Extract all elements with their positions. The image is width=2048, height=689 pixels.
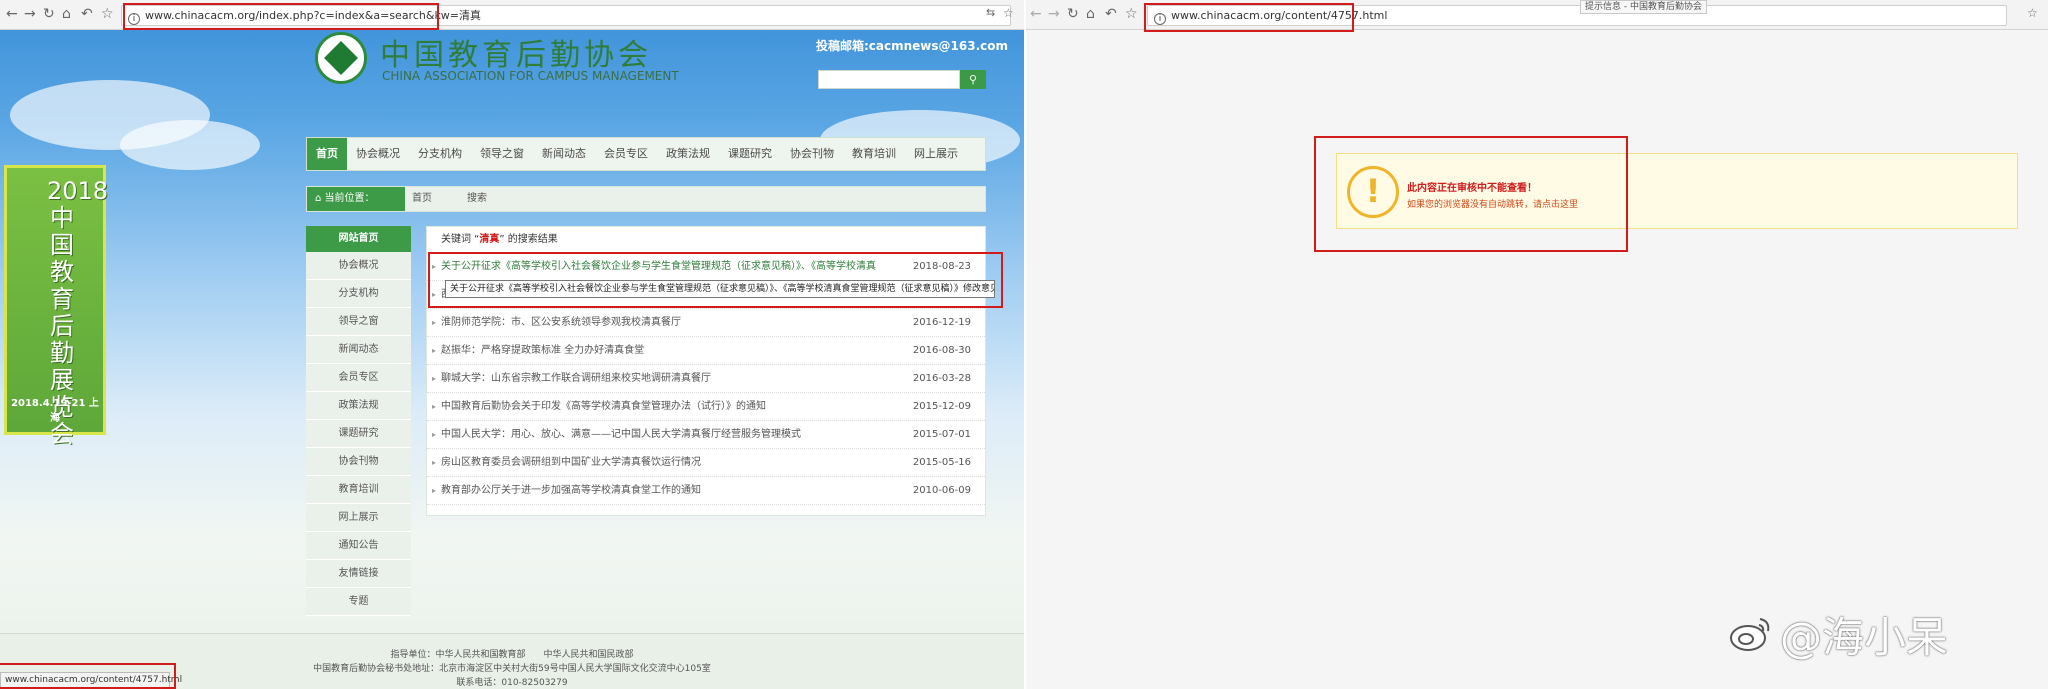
result-row[interactable]: 聊城大学：山东省宗教工作联合调研组来校实地调研清真餐厅 2016-03-28 [427,365,985,393]
breadcrumb-home[interactable]: 首页 [412,187,432,211]
footer-line: 指导单位：中华人民共和国教育部 中华人民共和国民政部 [390,650,634,660]
results-title-prefix: 关键词 “ [441,234,480,245]
cloud-decoration [120,120,260,170]
expo-banner[interactable]: 2018中国教育后勤展览会 2018.4.19-21 上海 [4,165,108,448]
sidebar: 网站首页 协会概况 分支机构 领导之窗 新闻动态 会员专区 政策法规 课题研究 … [306,226,411,616]
breadcrumb: ⌂ 当前位置： 首页 搜索 [306,186,986,212]
reload-icon[interactable]: ↻ [1067,6,1079,22]
nav-item[interactable]: 协会概况 [347,138,409,170]
nav-item[interactable]: 网上展示 [905,138,967,170]
highlight-box [1144,3,1354,32]
result-title[interactable]: 聊城大学：山东省宗教工作联合调研组来校实地调研清真餐厅 [441,373,711,384]
breadcrumb-current: 搜索 [467,193,487,204]
result-row[interactable]: 赵振华：严格穿提政策标准 全力办好清真食堂 2016-08-30 [427,337,985,365]
forward-icon[interactable]: → [24,6,36,22]
nav-item[interactable]: 新闻动态 [533,138,595,170]
nav-item[interactable]: 领导之窗 [471,138,533,170]
site-title-en: CHINA ASSOCIATION FOR CAMPUS MANAGEMENT [382,69,679,83]
sidebar-item[interactable]: 通知公告 [306,532,411,560]
sidebar-item[interactable]: 课题研究 [306,420,411,448]
sidebar-item[interactable]: 协会概况 [306,252,411,280]
result-date: 2016-12-19 [912,317,971,328]
main-nav: 首页 协会概况 分支机构 领导之窗 新闻动态 会员专区 政策法规 课题研究 协会… [306,137,986,171]
sidebar-item[interactable]: 友情链接 [306,560,411,588]
result-date: 2010-06-09 [912,485,971,496]
nav-item[interactable]: 政策法规 [657,138,719,170]
site-title-cn: 中国教育后勤协会 [380,38,652,73]
highlight-box [0,663,176,689]
breadcrumb-label-text: 当前位置： [324,193,375,204]
result-title[interactable]: 中国教育后勤协会关于印发《高等学校清真食堂管理办法（试行）》的通知 [441,401,766,412]
left-browser-window: ← → ↻ ⌂ ↶ ☆ i www.chinacacm.org/index.php… [0,0,1024,689]
results-keyword: 清真 [479,234,500,245]
translate-icon[interactable]: ⇆ [986,6,995,19]
sidebar-item[interactable]: 领导之窗 [306,308,411,336]
back-icon[interactable]: ← [1030,6,1042,22]
result-title[interactable]: 教育部办公厅关于进一步加强高等学校清真食堂工作的通知 [441,485,701,496]
highlight-box [1314,136,1628,252]
watermark: @海小呆 [1780,613,1949,662]
breadcrumb-label: ⌂ 当前位置： [307,187,405,211]
undo-icon[interactable]: ↶ [1105,6,1117,22]
bookmark-star-icon[interactable]: ☆ [1003,6,1014,20]
sidebar-item[interactable]: 协会刊物 [306,448,411,476]
result-date: 2015-12-09 [912,401,971,412]
right-browser-window: ← → ↻ ⌂ ↶ ☆ i www.chinacacm.org/content/4… [1026,0,2048,689]
result-title[interactable]: 房山区教育委员会调研组到中国矿业大学清真餐饮运行情况 [441,457,701,468]
result-row[interactable]: 中国教育后勤协会关于印发《高等学校清真食堂管理办法（试行）》的通知 2015-12… [427,393,985,421]
sidebar-item[interactable]: 政策法规 [306,392,411,420]
results-title-suffix: ” 的搜索结果 [499,234,558,245]
highlight-box [428,252,1003,308]
star-icon[interactable]: ☆ [1125,6,1138,22]
result-row[interactable]: 房山区教育委员会调研组到中国矿业大学清真餐饮运行情况 2015-05-16 [427,449,985,477]
nav-item[interactable]: 协会刊物 [781,138,843,170]
association-logo[interactable] [315,32,367,84]
home-icon[interactable]: ⌂ [1086,6,1095,22]
result-row[interactable]: 中国人民大学：用心、放心、满意——记中国人民大学清真餐厅经营服务管理模式 2015… [427,421,985,449]
sidebar-item[interactable]: 教育培训 [306,476,411,504]
nav-item[interactable]: 分支机构 [409,138,471,170]
undo-icon[interactable]: ↶ [81,6,93,22]
results-title: 关键词 “清真” 的搜索结果 [427,227,985,253]
search-icon[interactable]: ⚲ [960,70,986,89]
result-title[interactable]: 淮阴师范学院：市、区公安系统领导参观我校清真餐厅 [441,317,681,328]
bookmark-star-icon[interactable]: ☆ [2027,6,2038,20]
sidebar-item[interactable]: 专题 [306,588,411,616]
nav-item[interactable]: 课题研究 [719,138,781,170]
sidebar-item[interactable]: 网上展示 [306,504,411,532]
nav-item[interactable]: 会员专区 [595,138,657,170]
site-search-input[interactable] [818,70,960,89]
result-date: 2015-05-16 [912,457,971,468]
reload-icon[interactable]: ↻ [43,6,55,22]
result-row[interactable]: 淮阴师范学院：市、区公安系统领导参观我校清真餐厅 2016-12-19 [427,309,985,337]
sidebar-item[interactable]: 新闻动态 [306,336,411,364]
banner-date: 2018.4.19-21 上海 [11,398,99,424]
result-title[interactable]: 赵振华：严格穿提政策标准 全力办好清真食堂 [441,345,644,356]
result-date: 2016-03-28 [912,373,971,384]
submission-email[interactable]: 投稿邮箱:cacmnews@163.com [816,37,1008,54]
sidebar-item[interactable]: 会员专区 [306,364,411,392]
result-date: 2016-08-30 [912,345,971,356]
result-title[interactable]: 中国人民大学：用心、放心、满意——记中国人民大学清真餐厅经营服务管理模式 [441,429,801,440]
highlight-box [123,3,439,30]
nav-item-home[interactable]: 首页 [307,138,347,170]
sidebar-header[interactable]: 网站首页 [306,226,411,252]
nav-item[interactable]: 教育培训 [843,138,905,170]
star-icon[interactable]: ☆ [101,6,114,22]
sidebar-item[interactable]: 分支机构 [306,280,411,308]
home-icon: ⌂ [315,193,325,204]
result-date: 2015-07-01 [912,429,971,440]
tab-tooltip: 提示信息 - 中国教育后勤协会 [1580,0,1707,14]
forward-icon[interactable]: → [1048,6,1060,22]
result-row[interactable]: 教育部办公厅关于进一步加强高等学校清真食堂工作的通知 2010-06-09 [427,477,985,505]
home-icon[interactable]: ⌂ [62,6,71,22]
back-icon[interactable]: ← [6,6,18,22]
weibo-logo-icon [1730,618,1770,651]
